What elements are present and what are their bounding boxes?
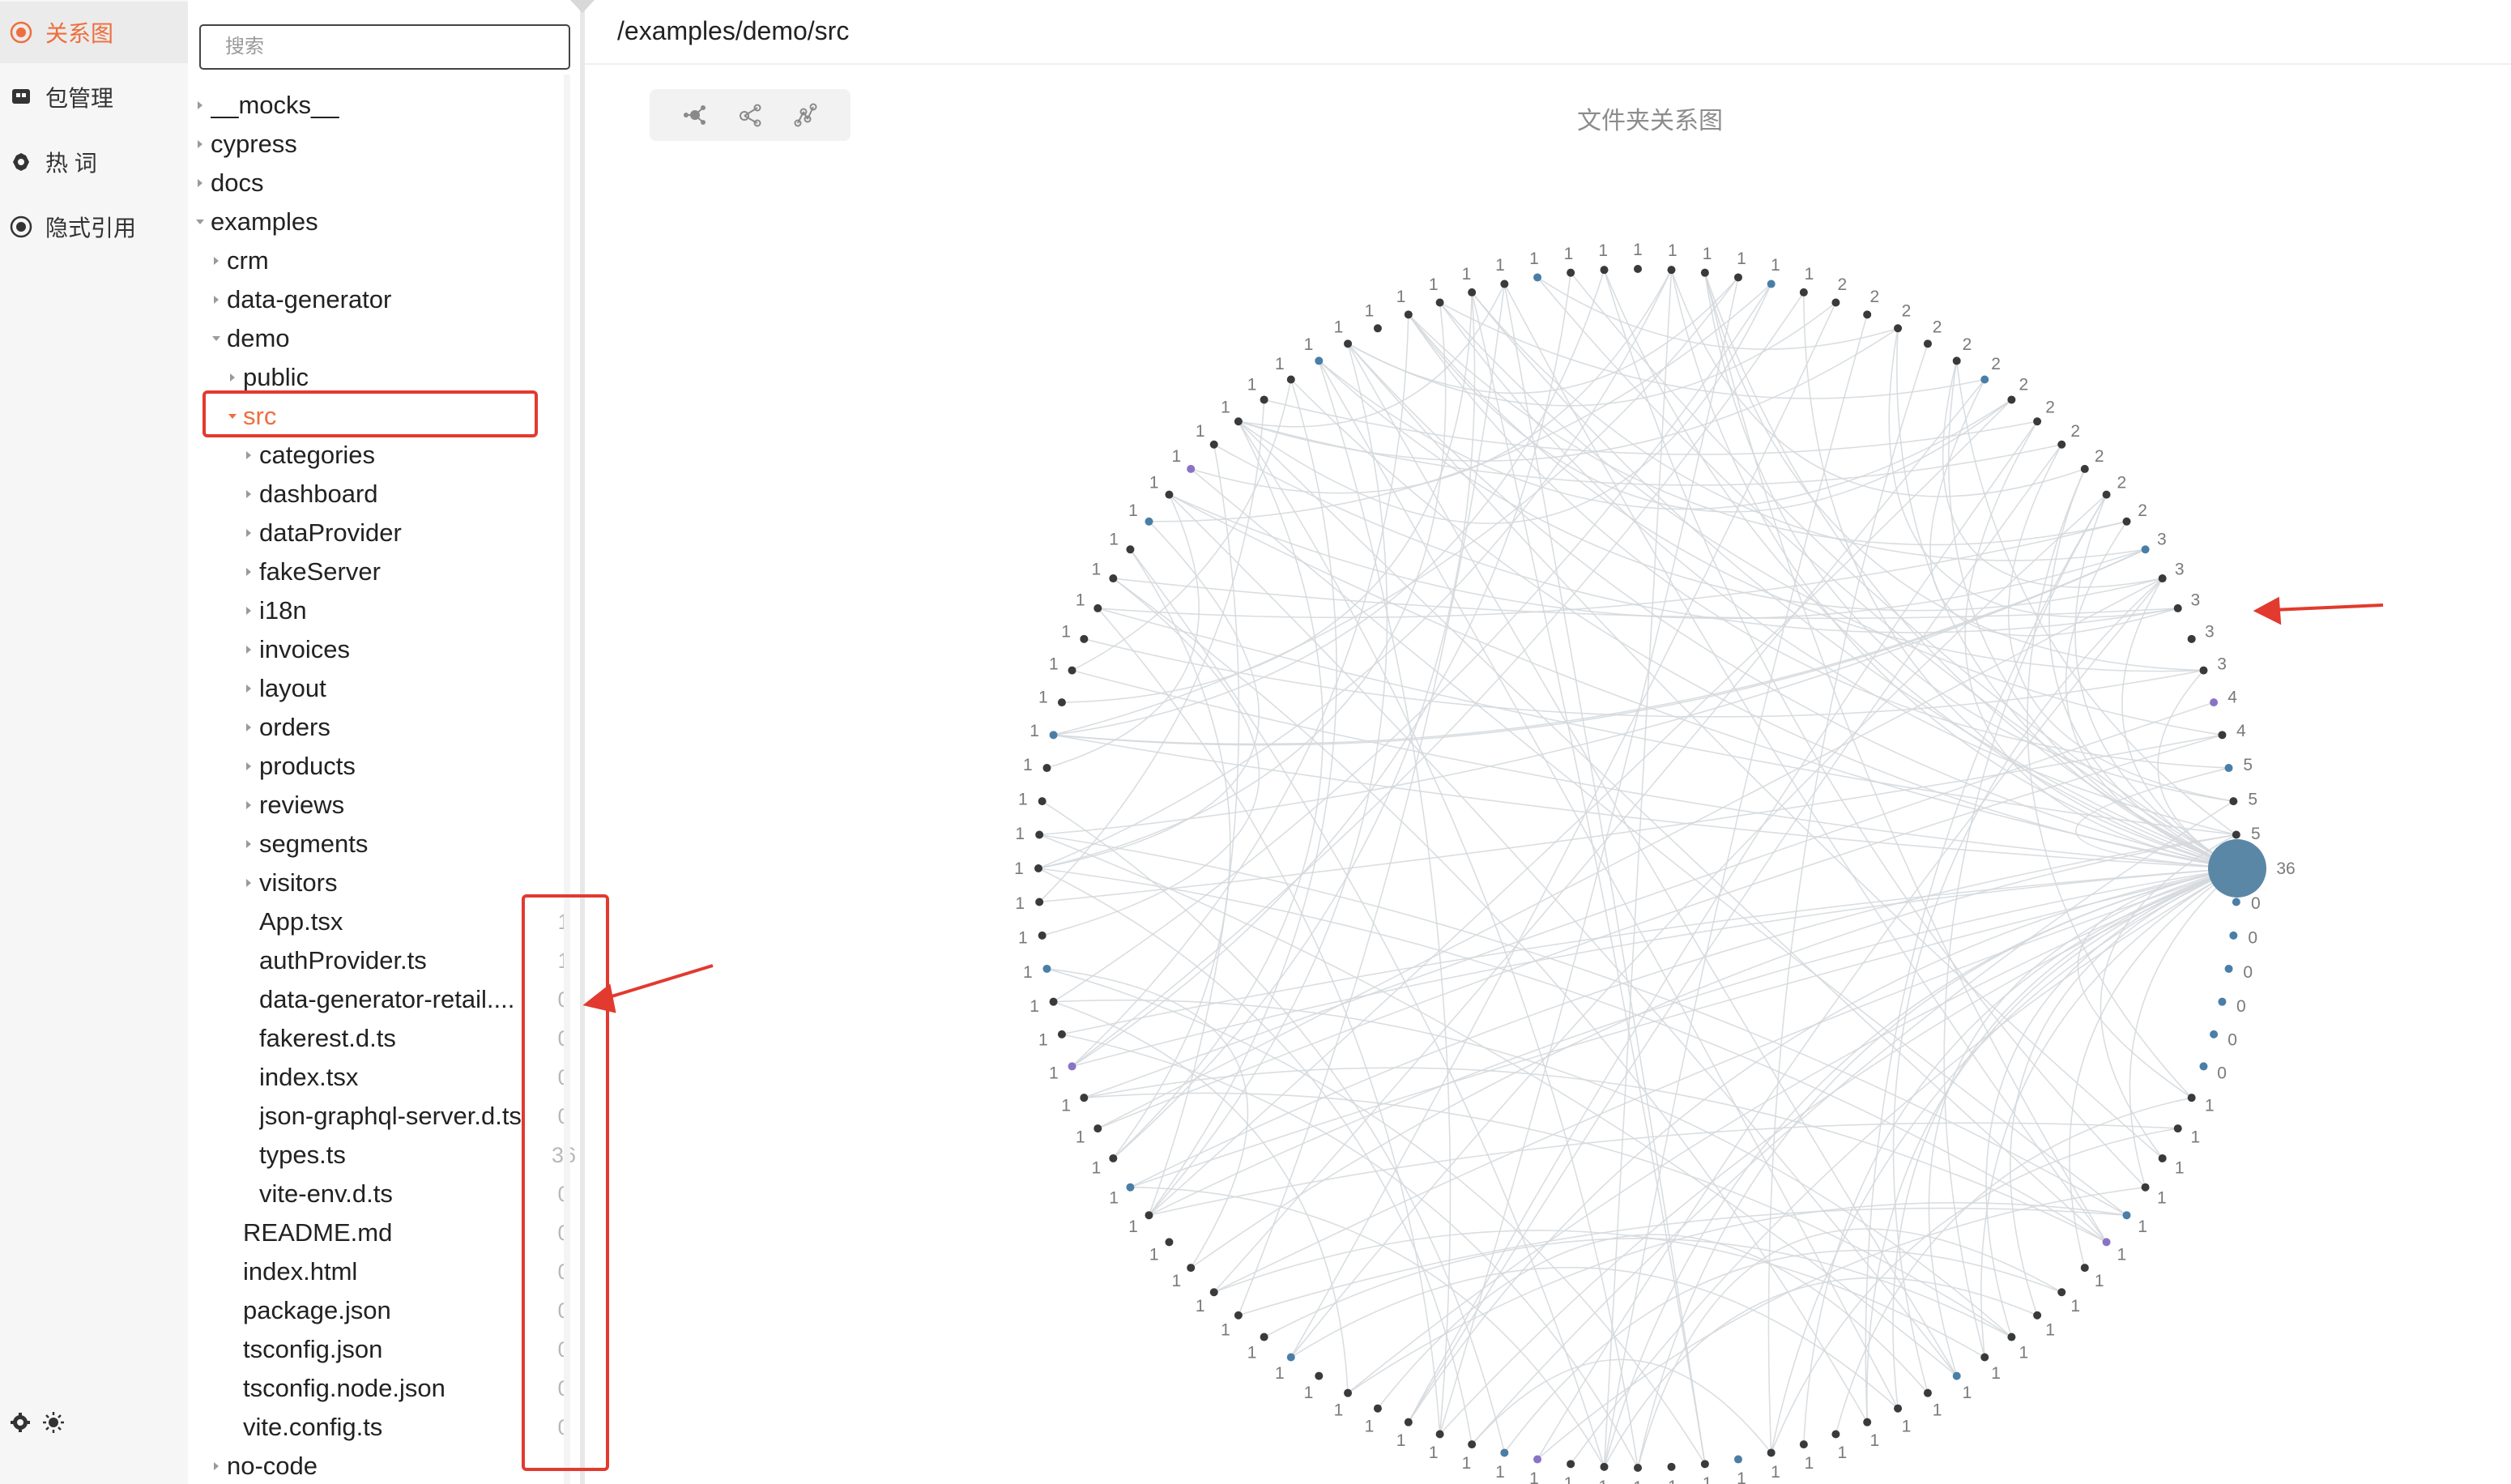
annotation-arrowhead-left	[582, 983, 616, 1013]
annotation-arrowhead-right	[2253, 596, 2282, 625]
annotation-arrow-left	[600, 964, 714, 1001]
annotation-arrow-right	[2272, 603, 2384, 612]
annotation-arrows	[582, 596, 2384, 1013]
